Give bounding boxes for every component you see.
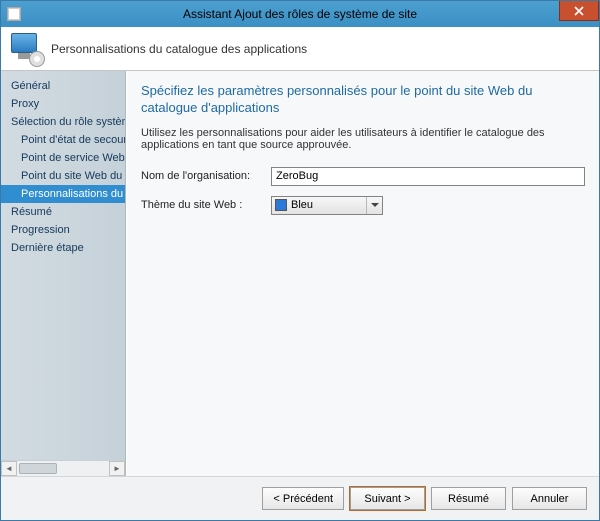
theme-label: Thème du site Web : [141, 199, 271, 211]
summary-button[interactable]: Résumé [431, 487, 506, 510]
sidebar-item-catalog-custom[interactable]: Personnalisations du catalogue des appli… [1, 185, 125, 203]
previous-button[interactable]: < Précédent [262, 487, 344, 510]
system-icon [7, 7, 21, 21]
scroll-right-icon[interactable]: ► [109, 461, 125, 476]
wizard-window: Assistant Ajout des rôles de système de … [0, 0, 600, 521]
page-heading: Spécifiez les paramètres personnalisés p… [141, 83, 585, 117]
sidebar-item-progress[interactable]: Progression [1, 221, 125, 239]
scroll-thumb[interactable] [19, 463, 57, 474]
sidebar-item-website-point[interactable]: Point du site Web du catalogue des appli… [1, 167, 125, 185]
chevron-down-icon [366, 197, 382, 214]
org-row: Nom de l'organisation: [141, 167, 585, 186]
theme-swatch-icon [275, 199, 287, 211]
close-icon [574, 6, 584, 16]
main-panel: Spécifiez les paramètres personnalisés p… [126, 71, 599, 476]
computer-disc-icon [11, 33, 43, 65]
wizard-body: Général Proxy Sélection du rôle système … [1, 71, 599, 476]
theme-value: Bleu [291, 199, 313, 211]
scroll-left-icon[interactable]: ◄ [1, 461, 17, 476]
close-button[interactable] [559, 1, 599, 21]
sidebar-item-general[interactable]: Général [1, 77, 125, 95]
sidebar-scrollbar[interactable]: ◄ ► [1, 460, 125, 476]
button-bar: < Précédent Suivant > Résumé Annuler [1, 476, 599, 520]
cancel-button[interactable]: Annuler [512, 487, 587, 510]
sidebar-item-fallback-status[interactable]: Point d'état de secours [1, 131, 125, 149]
sidebar: Général Proxy Sélection du rôle système … [1, 71, 126, 476]
theme-row: Thème du site Web : Bleu [141, 196, 585, 215]
sidebar-item-web-service-point[interactable]: Point de service Web du catalogue des ap… [1, 149, 125, 167]
sidebar-item-last-step[interactable]: Dernière étape [1, 239, 125, 257]
page-description: Utilisez les personnalisations pour aide… [141, 127, 585, 151]
org-label: Nom de l'organisation: [141, 170, 271, 182]
next-button[interactable]: Suivant > [350, 487, 425, 510]
org-name-input[interactable] [271, 167, 585, 186]
theme-select[interactable]: Bleu [271, 196, 383, 215]
sidebar-item-summary[interactable]: Résumé [1, 203, 125, 221]
titlebar: Assistant Ajout des rôles de système de … [1, 1, 599, 27]
sidebar-item-role-selection[interactable]: Sélection du rôle système [1, 113, 125, 131]
window-title: Assistant Ajout des rôles de système de … [1, 7, 599, 21]
sidebar-item-proxy[interactable]: Proxy [1, 95, 125, 113]
wizard-header: Personnalisations du catalogue des appli… [1, 27, 599, 71]
scroll-track[interactable] [17, 461, 109, 476]
wizard-subtitle: Personnalisations du catalogue des appli… [51, 42, 307, 56]
